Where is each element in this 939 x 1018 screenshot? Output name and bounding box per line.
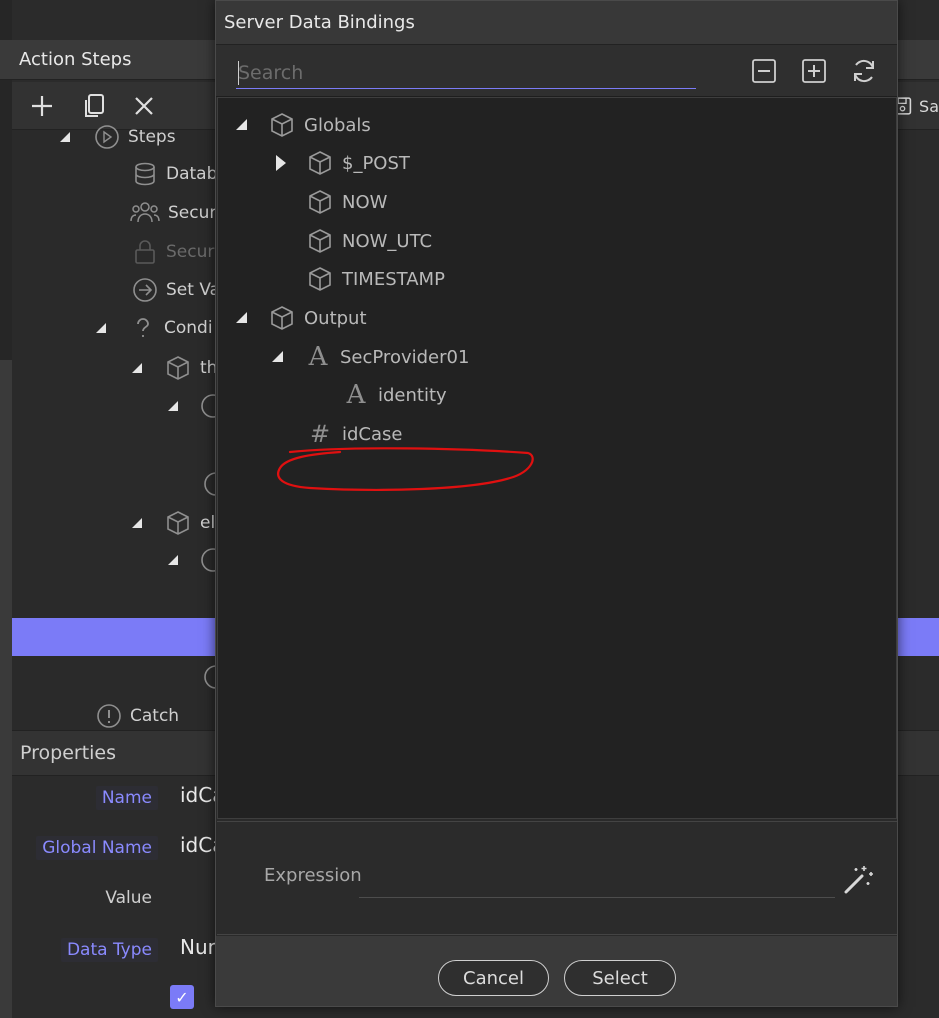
expander-collapsed-icon[interactable] [274,155,290,171]
server-data-bindings-dialog: Server Data Bindings Globals $_POST [215,0,898,1007]
bindings-tree: Globals $_POST NOW NOW_UTC TIMESTAMP Out… [217,97,897,819]
delete-icon[interactable] [130,92,158,120]
dialog-search-bar [216,45,897,97]
cube-icon [268,111,296,139]
tree-node-timestamp[interactable]: TIMESTAMP [306,264,445,294]
cube-icon [167,511,189,535]
expression-input[interactable] [359,860,835,898]
tree-node-label: Globals [304,114,371,136]
property-label: Name [95,786,158,810]
refresh-icon[interactable] [850,57,878,85]
select-button[interactable]: Select [564,960,676,996]
property-row-global-name: Global Name idCas [12,833,228,867]
cube-icon [268,304,296,332]
tree-item-set-value[interactable]: Set Va [132,277,220,303]
dialog-title-bar: Server Data Bindings [216,1,897,45]
text-icon: A [308,342,328,372]
question-icon [137,318,149,337]
number-icon: # [309,420,331,448]
expander-expanded-icon[interactable] [168,555,178,565]
expander-expanded-icon[interactable] [272,349,288,365]
copy-icon[interactable] [80,92,108,120]
tree-item-database[interactable]: Datab [132,161,217,187]
search-input[interactable] [236,57,696,89]
tree-node-now-utc[interactable]: NOW_UTC [306,226,432,256]
save-label: Sa [919,96,939,116]
tree-node-output[interactable]: Output [236,303,367,333]
tree-node-label: NOW_UTC [342,230,433,252]
expander-expanded-icon[interactable] [168,401,178,411]
tree-item-catch[interactable]: Catch [96,703,179,729]
expression-area: Expression [217,821,897,935]
tree-item-label: Secur [168,203,217,223]
expander-expanded-icon[interactable] [132,518,142,528]
tree-item-label: Datab [166,164,218,184]
tree-item-security-2[interactable]: Secur [132,239,214,265]
magic-wand-icon[interactable] [842,862,876,896]
option-checkbox[interactable]: ✓ [170,985,194,1009]
cube-icon [306,149,334,177]
tree-item-condition[interactable]: Condi [96,315,213,341]
expander-expanded-icon[interactable] [236,310,252,326]
expander-expanded-icon[interactable] [96,323,106,333]
cancel-button[interactable]: Cancel [438,960,549,996]
check-icon: ✓ [175,987,189,1007]
property-label: Data Type [60,938,158,962]
dialog-title: Server Data Bindings [224,12,415,33]
arrow-right-circle-icon [133,278,157,302]
expander-expanded-icon[interactable] [132,363,142,373]
lock-icon [135,240,155,264]
exclamation-circle-icon [97,704,121,728]
tree-node-label: idCase [342,423,403,445]
property-label: Global Name [36,836,158,860]
tree-node-label: identity [378,384,447,406]
left-strip [0,360,12,1018]
database-icon [135,162,155,186]
tree-item-label: Condi [164,318,213,338]
expand-all-icon[interactable] [800,57,828,85]
cube-icon [306,265,334,293]
tree-node-globals[interactable]: Globals [236,110,371,140]
tree-node-label: TIMESTAMP [342,268,445,290]
property-row-data-type: Data Type Num [12,935,227,969]
property-row-value: Value [12,883,216,917]
tree-item-else[interactable]: el [132,509,215,537]
add-icon[interactable] [28,92,56,120]
screen: Action Steps Sa Steps Datab Secur Secur … [0,0,939,1018]
tree-item-steps[interactable]: Steps [60,124,176,150]
play-circle-icon [95,125,119,149]
tree-item-label: Catch [130,706,180,726]
expander-expanded-icon[interactable] [60,132,70,142]
tree-node-label: SecProvider01 [340,346,470,368]
text-caret [238,61,239,85]
cube-icon [167,356,189,380]
cube-icon [306,188,334,216]
text-icon: A [346,380,366,410]
tree-item-label: Steps [128,127,176,147]
tree-node-post[interactable]: $_POST [274,148,410,178]
collapse-all-icon[interactable] [750,57,778,85]
properties-title: Properties [20,742,117,764]
tree-item-label: el [200,513,216,533]
tree-item-security-1[interactable]: Secur [130,200,216,226]
save-button[interactable]: Sa [892,92,939,120]
expression-label: Expression [264,865,362,886]
dialog-footer: Cancel Select [216,936,897,1006]
tree-node-label: Output [304,307,367,329]
cube-icon [306,227,334,255]
property-label: Value [105,888,152,908]
tree-node-label: $_POST [342,152,410,174]
tree-node-now[interactable]: NOW [306,187,387,217]
tree-node-secprovider01[interactable]: A SecProvider01 [272,342,469,372]
tree-node-idcase[interactable]: # idCase [306,419,403,449]
tree-item-label: Secur [166,242,215,262]
tree-node-identity[interactable]: A identity [342,380,447,410]
tree-node-label: NOW [342,191,388,213]
panel-title: Action Steps [19,49,132,70]
property-row-name: Name idCas [12,783,228,817]
tree-item-then[interactable]: th [132,354,217,382]
users-icon [130,202,160,223]
expander-expanded-icon[interactable] [236,117,252,133]
tree-item-label: Set Va [166,280,221,300]
